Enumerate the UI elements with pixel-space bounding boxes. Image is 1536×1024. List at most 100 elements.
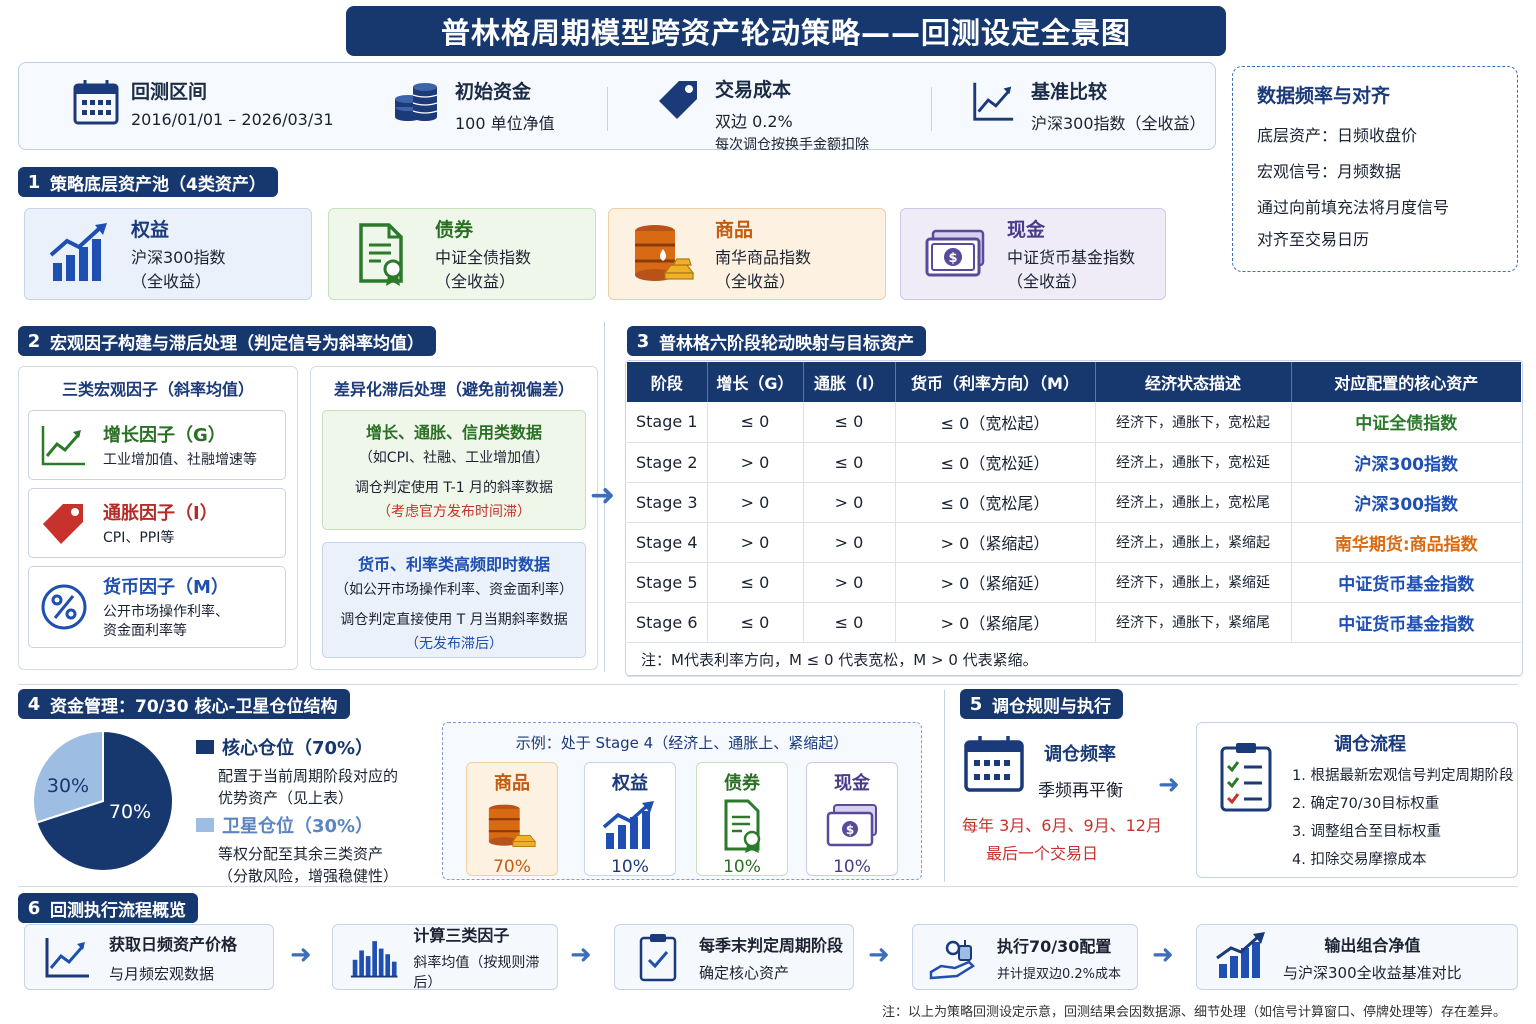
stage-cell: 经济上，通胀上，紧缩起 (1095, 522, 1292, 563)
flow-step-compute-factors: 计算三类因子 斜率均值（按规则滞后） (332, 924, 558, 991)
stage-cell: > 0 (707, 482, 804, 523)
arrow-right-icon: ➜ (590, 478, 616, 513)
example-card-equity: 权益 10% (584, 762, 676, 877)
lag-box-sub: （如CPI、社融、工业增加值） (358, 450, 550, 466)
example-name: 商品 (494, 773, 530, 794)
bar-chart-up-icon (602, 801, 654, 849)
macro-factors-title: 三类宏观因子（斜率均值） (61, 380, 254, 399)
period-item: 回测区间 2016/01/01 – 2026/03/31 (71, 77, 334, 129)
pie-label-satellite: 30% (47, 775, 89, 797)
stage-cell-name: Stage 6 (627, 602, 708, 643)
benchmark-value: 沪深300指数（全收益） (1031, 114, 1206, 133)
flow-step-fetch-data: 获取日频资产价格 与月频宏观数据 (24, 924, 274, 990)
core-satellite-pie: 70% 30% (32, 729, 174, 872)
stage-cell: ≤ 0（宽松起） (895, 402, 1096, 443)
arrow-right-icon: ➜ (1158, 770, 1180, 800)
divider (607, 87, 608, 131)
stage-cell-name: Stage 2 (627, 442, 708, 483)
stage-row: Stage 3 > 0 > 0 ≤ 0（宽松尾） 经济上，通胀上，宽松尾 沪深300指数 (627, 482, 1521, 523)
factor-name: 货币因子（M） (103, 577, 229, 599)
satellite-legend: 卫星仓位（30%） 等权分配至其余三类资产 （分散风险，增强稳健性） (196, 812, 398, 888)
cost-item: 交易成本双边 0.2% 每次调仓按换手金额扣除 (653, 75, 869, 154)
growth-chart-icon (41, 426, 85, 466)
lag-box-title: 货币、利率类高频即时数据 (357, 555, 550, 574)
flow-step-title: 输出组合净值 (1324, 935, 1421, 955)
rebalance-steps: 1. 根据最新宏观信号判定周期阶段 2. 确定70/30目标权重 3. 调整组合… (1292, 762, 1513, 874)
stage-cell: > 0（紧缩起） (895, 522, 1096, 563)
factor-name: 增长因子（G） (103, 424, 226, 446)
stage-cell-asset: 南华期货:商品指数 (1291, 522, 1521, 563)
flow-step-execute: 执行70/30配置 并计提双边0.2%成本 (912, 924, 1138, 990)
data-frequency-box: 数据频率与对齐 底层资产：日频收盘价 宏观信号：月频数据 通过向前填充法将月度信… (1232, 66, 1518, 272)
flow-step-desc: 与沪深300全收益基准对比 (1283, 963, 1462, 982)
cost-label: 交易成本 (715, 79, 792, 101)
satellite-desc: （分散风险，增强稳健性） (218, 866, 399, 885)
period-label: 回测区间 (131, 81, 208, 103)
lag-box-rule: 调仓判定使用 T-1 月的斜率数据 (354, 480, 554, 496)
data-frequency-line: 通过向前填充法将月度信号 (1257, 198, 1450, 217)
lag-box-sub: （如公开市场操作利率、资金面利率） (335, 582, 573, 598)
section-3-header: 3 普林格六阶段轮动映射与目标资产 (627, 326, 926, 356)
benchmark-item: 基准比较 沪深300指数（全收益） (969, 77, 1206, 134)
stage-table-header: 阶段 增长（G） 通胀（I） 货币（利率方向）（M） 经济状态描述 对应配置的核… (627, 362, 1521, 402)
coins-icon (395, 83, 438, 121)
legend-swatch (196, 740, 214, 754)
stage-row: Stage 4 > 0 > 0 > 0（紧缩起） 经济上，通胀上，紧缩起 南华期货:商品指… (627, 522, 1521, 563)
asset-index: 中证全债指数 (435, 248, 532, 268)
arrow-right-icon: ➜ (290, 940, 312, 970)
stage-cell-asset: 沪深300指数 (1291, 482, 1521, 523)
capital-label: 初始资金 (455, 81, 532, 103)
rebalance-freq-value: 季频再平衡 (1038, 781, 1123, 801)
cost-sub: 每次调仓按换手金额扣除 (715, 137, 869, 153)
example-name: 现金 (834, 773, 870, 794)
core-desc: 配置于当前周期阶段对应的 (218, 767, 399, 785)
example-pct: 10% (611, 857, 649, 877)
section-1-header: 1 策略底层资产池（4类资产） (18, 167, 278, 197)
clipboard-check-icon (639, 934, 677, 982)
data-frequency-title: 数据频率与对齐 (1257, 85, 1391, 107)
flow-step-title: 获取日频资产价格 (109, 934, 238, 954)
data-frequency-line: 底层资产：日频收盘价 (1257, 126, 1418, 145)
stage-cell: ≤ 0 (803, 442, 896, 483)
stage-cell-name: Stage 5 (627, 562, 708, 603)
core-legend: 核心仓位（70%） 配置于当前周期阶段对应的 优势资产（见上表） (196, 734, 398, 810)
capital-item: 初始资金 100 单位净值 (391, 77, 555, 134)
asset-name: 债券 (435, 219, 474, 242)
asset-index: 沪深300指数 (131, 248, 226, 268)
factor-desc: 公开市场操作利率、 (103, 604, 229, 621)
section-5-header: 5 调仓规则与执行 (960, 689, 1123, 719)
tag-icon (43, 504, 83, 544)
example-name: 债券 (724, 773, 760, 794)
stage-cell: > 0 (803, 482, 896, 523)
section-2-header: 2 宏观因子构建与滞后处理（判定信号为斜率均值） (18, 326, 436, 356)
stage-cell: > 0 (707, 442, 804, 483)
lag-box-realtime: 货币、利率类高频即时数据 （如公开市场操作利率、资金面利率） 调仓判定直接使用 … (322, 542, 586, 658)
stage-row: Stage 6 ≤ 0 ≤ 0 > 0（紧缩尾） 经济下，通胀下，紧缩尾 中证货币基金指数 (627, 602, 1521, 643)
arrow-right-icon: ➜ (570, 940, 592, 970)
example-card-cash: 现金 $ 10% (806, 762, 898, 877)
divider (18, 684, 1518, 685)
lag-treatment-title: 差异化滞后处理（避免前视偏差） (333, 380, 574, 399)
bar-chart-up-icon (49, 223, 107, 281)
stage-cell-name: Stage 1 (627, 402, 708, 443)
stage-cell: > 0 (803, 522, 896, 563)
satellite-desc: 等权分配至其余三类资产 (218, 845, 384, 863)
page-title: 普林格周期模型跨资产轮动策略——回测设定全景图 (346, 6, 1226, 56)
asset-name: 权益 (131, 219, 170, 242)
cost-value: 双边 0.2% (715, 112, 793, 131)
stage-cell: > 0（紧缩延） (895, 562, 1096, 603)
flow-step-desc: 与月频宏观数据 (109, 964, 215, 983)
factor-desc: 资金面利率等 (103, 623, 187, 639)
factor-name: 通胀因子（I） (103, 502, 218, 524)
arrow-right-icon: ➜ (868, 940, 890, 970)
lag-box-monthly: 增长、通胀、信用类数据 （如CPI、社融、工业增加值） 调仓判定使用 T-1 月… (322, 410, 586, 530)
stage-cell: ≤ 0 (707, 562, 804, 603)
stage-row: Stage 2 > 0 ≤ 0 ≤ 0（宽松延） 经济上，通胀下，宽松延 沪深300指数 (627, 442, 1521, 483)
rebalance-step: 2. 确定70/30目标权重 (1292, 796, 1440, 812)
flow-step-desc: 并计提双边0.2%成本 (997, 966, 1122, 982)
cash-stack-icon: $ (925, 229, 985, 277)
data-frequency-line: 宏观信号：月频数据 (1257, 162, 1402, 181)
factor-growth: 增长因子（G） 工业增加值、社融增速等 (28, 410, 286, 480)
example-card-commodity: 商品 70% (466, 762, 558, 877)
calendar-icon (73, 80, 119, 125)
